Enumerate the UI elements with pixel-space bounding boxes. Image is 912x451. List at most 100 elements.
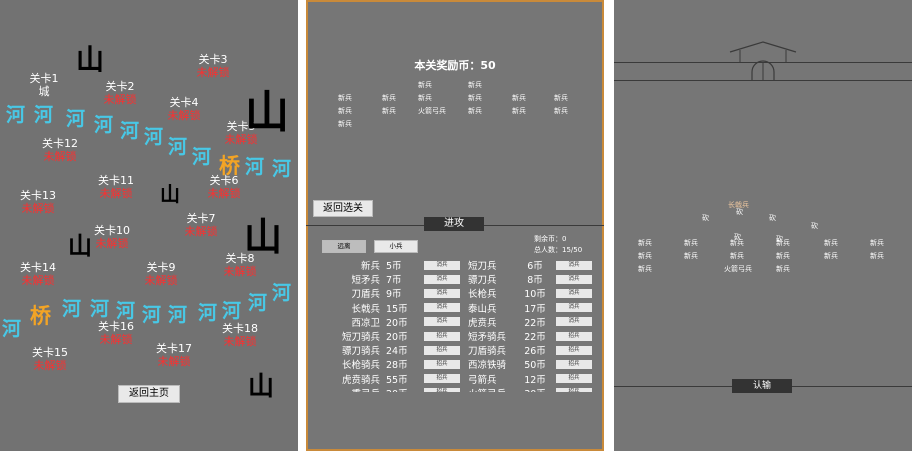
unit-name: 骠刀兵 bbox=[468, 275, 497, 287]
unit-name: 短矛骑兵 bbox=[468, 332, 507, 344]
level-node[interactable]: 关卡12 未解锁 bbox=[30, 137, 90, 163]
tab-soldiers[interactable]: 小兵 bbox=[374, 240, 418, 253]
level-state: 未解锁 bbox=[184, 225, 218, 238]
battle-unit: 新兵 bbox=[638, 252, 652, 260]
unit-price: 5币 bbox=[386, 261, 402, 273]
recruit-button[interactable]: 消兵 bbox=[556, 317, 592, 327]
unit-name: 虎贲兵 bbox=[468, 317, 497, 329]
unit-row: 西凉卫 20币 消兵 虎贲兵 22币 消兵 bbox=[318, 315, 598, 329]
river-glyph: 河 bbox=[245, 156, 265, 178]
unit-price: 7币 bbox=[386, 275, 402, 287]
mountain-glyph: 山 bbox=[76, 43, 105, 76]
level-node[interactable]: 关卡13 未解锁 bbox=[8, 189, 68, 215]
unit-price: 15币 bbox=[386, 303, 408, 315]
unit-name: 短刀兵 bbox=[468, 261, 497, 273]
level-node[interactable]: 关卡2 未解锁 bbox=[90, 80, 150, 106]
recruit-button[interactable]: 消兵 bbox=[556, 303, 592, 313]
level-state: 未解锁 bbox=[144, 274, 178, 287]
level-node[interactable]: 关卡11 未解锁 bbox=[86, 174, 146, 200]
unit-price: 22币 bbox=[524, 317, 546, 329]
formation-unit: 新兵 bbox=[382, 94, 396, 102]
tab-ranged[interactable]: 远离 bbox=[322, 240, 366, 253]
level-state: 未解锁 bbox=[33, 359, 67, 372]
level-node[interactable]: 关卡14 未解锁 bbox=[8, 261, 68, 287]
chop-text: 砍 bbox=[736, 208, 743, 216]
bridge-glyph: 桥 bbox=[219, 154, 240, 178]
recruit-button[interactable]: 消兵 bbox=[556, 260, 592, 270]
recruit-button[interactable]: 招兵 bbox=[424, 374, 460, 384]
level-node[interactable]: 关卡7 未解锁 bbox=[171, 212, 231, 238]
level-name: 关卡14 bbox=[20, 261, 56, 274]
back-select-button[interactable]: 返回选关 bbox=[313, 200, 373, 217]
back-home-button[interactable]: 返回主页 bbox=[118, 385, 180, 403]
unit-shop-list: 新兵 5币 消兵 短刀兵 6币 消兵 短矛兵 7币 消兵 骠刀兵 8币 消兵 刀盾兵 9币 消兵 长枪兵 10币… bbox=[318, 258, 598, 392]
recruit-button[interactable]: 消兵 bbox=[424, 274, 460, 284]
unit-price: 28币 bbox=[386, 360, 408, 372]
level-node[interactable]: 关卡3 未解锁 bbox=[183, 53, 243, 79]
mountain-glyph: 山 bbox=[248, 372, 275, 402]
preparation-panel: 本关奖励币：50 新兵 新兵 新兵 新兵 新兵 新兵 新兵 新兵 新兵 新兵 火箭弓兵 新兵 新兵 新兵新… bbox=[306, 0, 604, 451]
recruit-button[interactable]: 招兵 bbox=[424, 345, 460, 355]
level-name: 关卡3 bbox=[198, 53, 228, 66]
unit-price: 20币 bbox=[386, 317, 408, 329]
level-name: 关卡2 bbox=[105, 80, 135, 93]
level-node[interactable]: 关卡15 未解锁 bbox=[20, 346, 80, 372]
chop-text: 砍 bbox=[702, 214, 709, 222]
surrender-button[interactable]: 认输 bbox=[732, 379, 792, 393]
unit-price: 22币 bbox=[524, 332, 546, 344]
level-node[interactable]: 关卡1 城 bbox=[14, 72, 74, 98]
level-name: 关卡18 bbox=[222, 322, 258, 335]
attack-button[interactable]: 进攻 bbox=[424, 217, 484, 231]
battle-unit: 新兵 bbox=[870, 239, 884, 247]
battle-panel: 长戟兵 砍 砍 砍 砍 砍 砍 新兵 新兵 新兵 新兵 新兵 新兵 新兵 新兵 新兵 新兵 新兵 新兵… bbox=[614, 0, 912, 451]
mountain-glyph: 山 bbox=[245, 87, 289, 138]
recruit-button[interactable]: 招兵 bbox=[556, 359, 592, 369]
unit-name: 刀盾骑兵 bbox=[468, 346, 507, 358]
reward-text: 本关奖励币：50 bbox=[414, 59, 496, 72]
river-glyph: 河 bbox=[198, 302, 218, 324]
recruit-button[interactable]: 招兵 bbox=[556, 345, 592, 355]
recruit-button[interactable]: 消兵 bbox=[556, 288, 592, 298]
unit-price: 24币 bbox=[386, 346, 408, 358]
level-node[interactable]: 关卡17 未解锁 bbox=[144, 342, 204, 368]
unit-name: 新兵 bbox=[360, 261, 380, 273]
river-glyph: 河 bbox=[272, 158, 292, 180]
unit-name: 长戟兵 bbox=[351, 303, 380, 315]
unit-row: 重弓兵20币招兵火箭弓兵30币招兵 bbox=[318, 386, 598, 392]
unit-price: 50币 bbox=[524, 360, 546, 372]
recruit-button[interactable]: 招兵 bbox=[556, 331, 592, 341]
level-name: 关卡1 bbox=[29, 72, 59, 85]
unit-price: 26币 bbox=[524, 346, 546, 358]
unit-name: 泰山兵 bbox=[468, 303, 497, 315]
battle-unit: 新兵 bbox=[638, 265, 652, 273]
level-node[interactable]: 关卡9 未解锁 bbox=[131, 261, 191, 287]
battle-unit: 新兵 bbox=[730, 239, 744, 247]
level-node[interactable]: 关卡18 未解锁 bbox=[210, 322, 270, 348]
recruit-button[interactable]: 招兵 bbox=[424, 359, 460, 369]
formation-unit: 新兵 bbox=[468, 81, 482, 89]
recruit-button[interactable]: 消兵 bbox=[424, 303, 460, 313]
recruit-button[interactable]: 招兵 bbox=[556, 374, 592, 384]
recruit-button[interactable]: 消兵 bbox=[556, 274, 592, 284]
unit-name: 短矛兵 bbox=[351, 275, 380, 287]
level-node[interactable]: 关卡4 未解锁 bbox=[154, 96, 214, 122]
recruit-button[interactable]: 消兵 bbox=[424, 288, 460, 298]
unit-name: 刀盾兵 bbox=[351, 289, 380, 301]
river-glyph: 河 bbox=[94, 114, 114, 136]
mountain-glyph: 山 bbox=[244, 215, 283, 259]
recruit-button[interactable]: 招兵 bbox=[424, 331, 460, 341]
battle-unit: 新兵 bbox=[684, 252, 698, 260]
total-count: 总人数：15/50 bbox=[534, 246, 583, 254]
recruit-button[interactable]: 消兵 bbox=[424, 260, 460, 270]
unit-price: 10币 bbox=[524, 289, 546, 301]
unit-row: 骠刀骑兵 24币 招兵 刀盾骑兵 26币 招兵 bbox=[318, 343, 598, 357]
recruit-button[interactable]: 消兵 bbox=[424, 317, 460, 327]
battle-unit: 新兵 bbox=[638, 239, 652, 247]
recruit-button[interactable]: 招兵 bbox=[424, 388, 460, 392]
battle-unit: 新兵 bbox=[730, 252, 744, 260]
recruit-button[interactable]: 招兵 bbox=[556, 388, 592, 392]
battle-unit: 新兵 bbox=[870, 252, 884, 260]
unit-row: 长枪骑兵 28币 招兵 西凉铁骑 50币 招兵 bbox=[318, 357, 598, 371]
mountain-glyph: 山 bbox=[68, 232, 92, 260]
level-node[interactable]: 关卡16 未解锁 bbox=[86, 320, 146, 346]
